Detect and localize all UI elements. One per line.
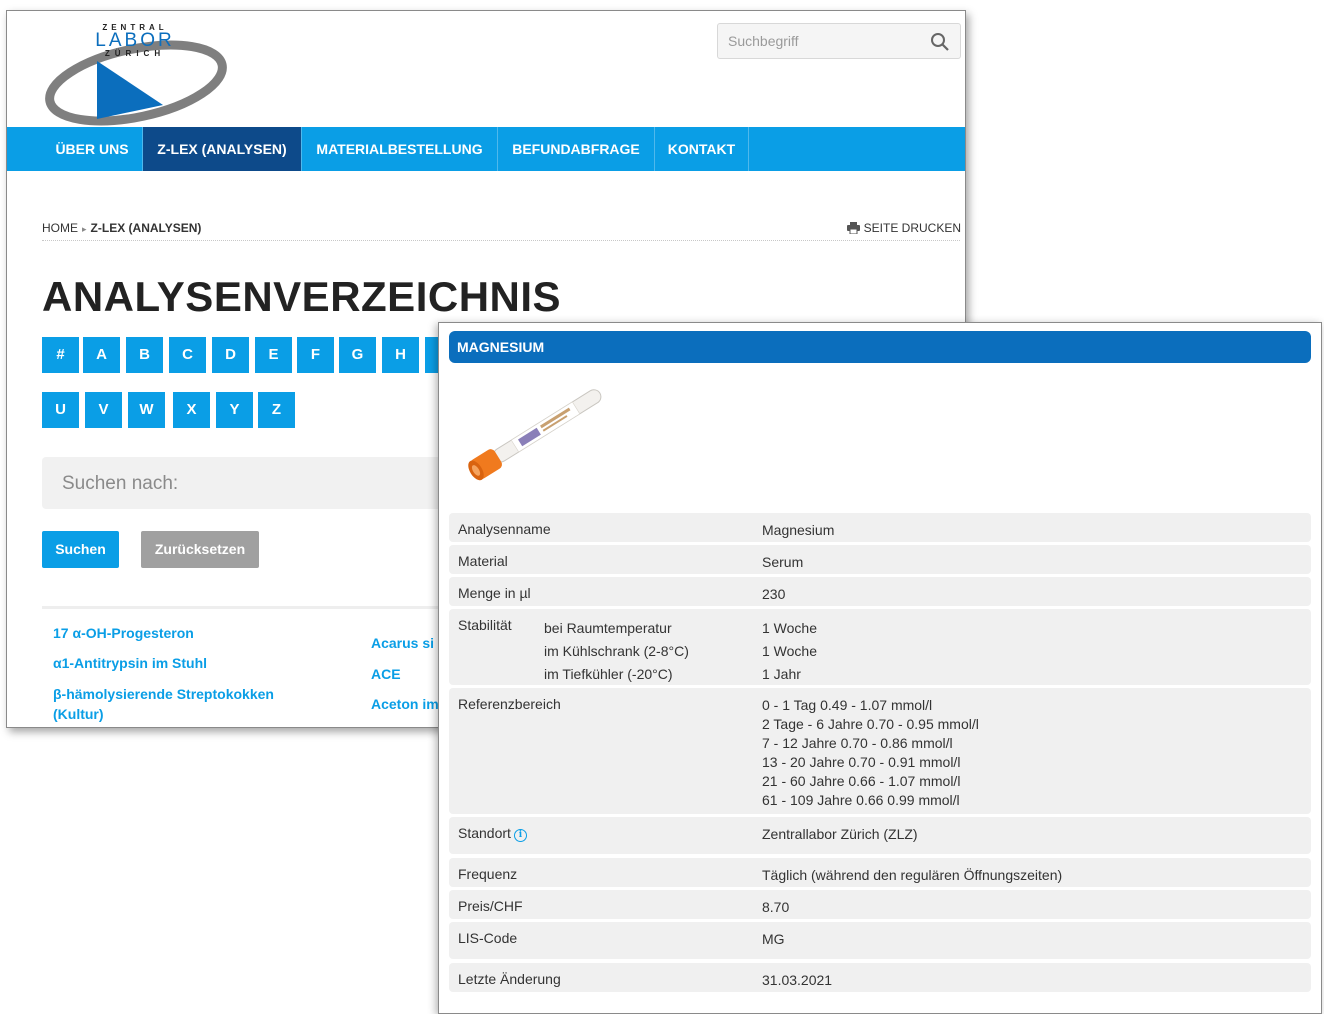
row-value: 31.03.2021	[762, 972, 833, 988]
row-label: Letzte Änderung	[458, 971, 561, 987]
row-value: 8.70	[762, 899, 790, 915]
stability-condition: im Tiefkühler (-20°C)	[544, 666, 673, 682]
detail-row-analysenname: Analysenname Magnesium	[449, 513, 1311, 542]
detail-row-referenzbereich: Referenzbereich 0 - 1 Tag 0.49 - 1.07 mm…	[449, 688, 1311, 814]
letter-d[interactable]: D	[212, 337, 249, 373]
letter-e[interactable]: E	[255, 337, 292, 373]
nav-ueber-uns[interactable]: ÜBER UNS	[42, 127, 143, 171]
analysis-detail-window: MAGNESIUM Analysenname Magnesium Materia…	[438, 322, 1322, 1014]
letter-a[interactable]: A	[83, 337, 120, 373]
search-button[interactable]: Suchen	[42, 531, 119, 568]
analysis-link[interactable]: Aceton im	[371, 694, 439, 714]
nav-kontakt[interactable]: KONTAKT	[655, 127, 749, 171]
breadcrumb-current: Z-LEX (ANALYSEN)	[90, 221, 202, 235]
detail-row-lis-code: LIS-Code MG	[449, 922, 1311, 959]
nav-materialbestellung[interactable]: MATERIALBESTELLUNG	[302, 127, 498, 171]
stability-condition: bei Raumtemperatur	[544, 620, 672, 636]
analysis-link[interactable]: β-hämolysierende Streptokokken (Kultur)	[53, 684, 303, 724]
letter-hash[interactable]: #	[42, 337, 79, 373]
stability-value: 1 Woche	[762, 643, 817, 659]
letter-z[interactable]: Z	[258, 392, 295, 428]
detail-title-bar: MAGNESIUM	[449, 331, 1311, 363]
row-label: Frequenz	[458, 866, 518, 882]
reference-value: 61 - 109 Jahre 0.66 0.99 mmol/l	[762, 792, 960, 808]
detail-title: MAGNESIUM	[457, 339, 545, 355]
zentrallabor-logo[interactable]: ZENTRAL LABOR ZÜRICH	[41, 23, 231, 127]
standort-label: Standort	[458, 825, 511, 841]
row-label: Preis/CHF	[458, 898, 523, 914]
letter-x[interactable]: X	[173, 392, 210, 428]
printer-icon	[846, 222, 860, 235]
row-value: MG	[762, 931, 785, 947]
row-label: Stabilität	[458, 617, 512, 633]
letter-g[interactable]: G	[339, 337, 376, 373]
analysis-search-input[interactable]: Suchen nach:	[42, 457, 462, 509]
print-page-link[interactable]: SEITE DRUCKEN	[846, 221, 961, 235]
stability-value: 1 Jahr	[762, 666, 801, 682]
row-value: Magnesium	[762, 522, 835, 538]
reset-button[interactable]: Zurücksetzen	[141, 531, 259, 568]
info-icon[interactable]: i	[513, 829, 527, 842]
row-label: Material	[458, 553, 508, 569]
row-value: Täglich (während den regulären Öffnungsz…	[762, 867, 1063, 883]
site-search-input[interactable]: Suchbegriff	[717, 23, 961, 59]
analysis-link[interactable]: 17 α-OH-Progesteron	[53, 623, 194, 643]
row-value: Zentrallabor Zürich (ZLZ)	[762, 826, 918, 842]
detail-row-frequenz: Frequenz Täglich (während den regulären …	[449, 858, 1311, 887]
row-label: Analysenname	[458, 521, 551, 537]
row-label: Referenzbereich	[458, 696, 561, 712]
breadcrumb-divider	[42, 240, 960, 241]
reference-value: 13 - 20 Jahre 0.70 - 0.91 mmol/l	[762, 754, 961, 770]
analysis-link[interactable]: ACE	[371, 664, 401, 684]
letter-w[interactable]: W	[128, 392, 165, 428]
breadcrumb: HOME ▸ Z-LEX (ANALYSEN)	[42, 221, 201, 235]
detail-row-letzte-aenderung: Letzte Änderung 31.03.2021	[449, 963, 1311, 992]
letter-b[interactable]: B	[126, 337, 163, 373]
breadcrumb-separator: ▸	[82, 224, 87, 234]
row-value: 230	[762, 586, 786, 602]
analysis-search-placeholder: Suchen nach:	[62, 473, 179, 494]
detail-row-stabilitaet: Stabilität bei Raumtemperatur im Kühlsch…	[449, 609, 1311, 685]
stability-condition: im Kühlschrank (2-8°C)	[544, 643, 689, 659]
detail-row-material: Material Serum	[449, 545, 1311, 574]
nav-befundabfrage[interactable]: BEFUNDABFRAGE	[498, 127, 655, 171]
breadcrumb-home[interactable]: HOME	[42, 221, 78, 235]
letter-y[interactable]: Y	[216, 392, 253, 428]
detail-row-standort: Standort i Zentrallabor Zürich (ZLZ)	[449, 817, 1311, 854]
nav-z-lex[interactable]: Z-LEX (ANALYSEN)	[143, 127, 302, 171]
page-title: ANALYSENVERZEICHNIS	[42, 273, 562, 320]
print-label: SEITE DRUCKEN	[863, 221, 961, 235]
reference-value: 2 Tage - 6 Jahre 0.70 - 0.95 mmol/l	[762, 716, 979, 732]
detail-row-preis: Preis/CHF 8.70	[449, 890, 1311, 919]
row-label: Menge in µl	[458, 585, 531, 601]
letter-v[interactable]: V	[85, 392, 122, 428]
stability-conditions: bei Raumtemperatur im Kühlschrank (2-8°C…	[544, 617, 689, 686]
letter-c[interactable]: C	[169, 337, 206, 373]
letter-h[interactable]: H	[382, 337, 419, 373]
reference-value: 7 - 12 Jahre 0.70 - 0.86 mmol/l	[762, 735, 953, 751]
stability-value: 1 Woche	[762, 620, 817, 636]
analysis-link[interactable]: α1-Antitrypsin im Stuhl	[53, 653, 207, 673]
list-divider	[42, 606, 442, 609]
blood-tube-image	[468, 389, 602, 481]
stability-values: 1 Woche 1 Woche 1 Jahr	[762, 617, 817, 686]
row-value: Serum	[762, 554, 804, 570]
letter-u[interactable]: U	[42, 392, 79, 428]
row-label: Standort i	[458, 825, 527, 842]
site-search-placeholder: Suchbegriff	[728, 33, 799, 49]
reference-value: 21 - 60 Jahre 0.66 - 1.07 mmol/l	[762, 773, 961, 789]
letter-f[interactable]: F	[297, 337, 334, 373]
reference-values: 0 - 1 Tag 0.49 - 1.07 mmol/l 2 Tage - 6 …	[762, 696, 979, 810]
reference-value: 0 - 1 Tag 0.49 - 1.07 mmol/l	[762, 697, 933, 713]
row-label: LIS-Code	[458, 930, 518, 946]
logo-line-3: ZÜRICH	[104, 49, 166, 58]
analysis-link[interactable]: Acarus si	[371, 633, 434, 653]
search-icon[interactable]	[930, 32, 950, 52]
main-navigation: ÜBER UNS Z-LEX (ANALYSEN) MATERIALBESTEL…	[7, 127, 965, 171]
detail-row-menge: Menge in µl 230	[449, 577, 1311, 606]
